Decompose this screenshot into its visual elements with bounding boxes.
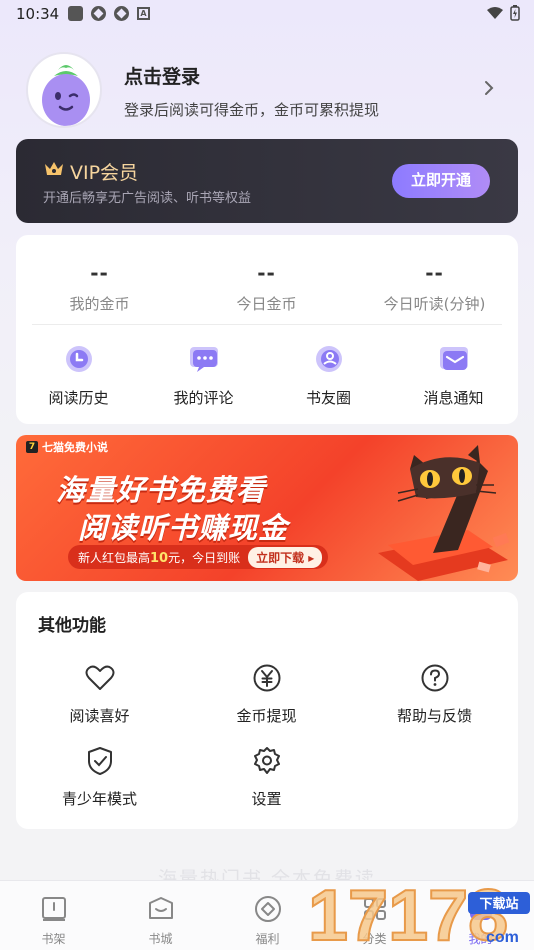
nav-bookshelf[interactable]: 书架 bbox=[0, 895, 107, 947]
quick-my-comments[interactable]: 我的评论 bbox=[141, 345, 266, 408]
vip-title: VIP会员 bbox=[70, 162, 139, 184]
brand-logo-icon: 7 bbox=[26, 441, 38, 453]
welfare-icon bbox=[254, 896, 281, 922]
circle-icon bbox=[315, 346, 342, 372]
cat-mascot-icon bbox=[378, 445, 510, 581]
stat-value: -- bbox=[425, 261, 444, 285]
func-label: 帮助与反馈 bbox=[396, 707, 472, 725]
func-help-feedback[interactable]: 帮助与反馈 bbox=[351, 663, 518, 726]
status-bar: 10:34 A bbox=[0, 0, 534, 28]
site-watermark: 17178 下载站 com bbox=[308, 875, 530, 950]
quick-label: 书友圈 bbox=[305, 389, 351, 407]
stat-label: 今日金币 bbox=[236, 295, 297, 313]
wifi-icon bbox=[487, 7, 503, 19]
help-icon bbox=[421, 664, 448, 692]
stat-today-listen[interactable]: -- 今日听读(分钟) bbox=[351, 261, 518, 314]
nav-label: 书架 bbox=[41, 932, 66, 946]
status-time: 10:34 bbox=[16, 5, 60, 23]
nav-label: 书城 bbox=[148, 932, 173, 946]
square-notification-icon bbox=[68, 6, 83, 21]
quick-label: 阅读历史 bbox=[48, 389, 109, 407]
app-notification-icon bbox=[91, 6, 106, 21]
func-label: 金币提现 bbox=[236, 707, 297, 725]
quick-label: 消息通知 bbox=[423, 389, 484, 407]
func-label: 阅读喜好 bbox=[69, 707, 130, 725]
banner-download-button[interactable]: 立即下载 ▸ bbox=[248, 546, 323, 568]
app-notification-icon bbox=[114, 6, 129, 21]
banner-headline: 海量好书免费看 bbox=[56, 473, 267, 507]
stat-label: 我的金币 bbox=[69, 295, 130, 313]
stat-today-coins[interactable]: -- 今日金币 bbox=[183, 261, 350, 314]
history-icon bbox=[65, 346, 92, 372]
func-teen-mode[interactable]: 青少年模式 bbox=[16, 746, 183, 809]
gear-icon bbox=[253, 747, 280, 774]
watermark-domain: com bbox=[486, 929, 519, 946]
eggplant-avatar-icon bbox=[42, 65, 90, 126]
nav-label: 福利 bbox=[255, 932, 280, 946]
bookstore-icon bbox=[148, 897, 173, 919]
other-functions-card: 其他功能 阅读喜好 金币提现 帮助与反馈 青少年模式 设置 bbox=[16, 592, 518, 829]
crown-icon bbox=[45, 162, 63, 175]
stat-value: -- bbox=[257, 261, 276, 285]
stat-label: 今日听读(分钟) bbox=[383, 295, 486, 313]
yen-icon bbox=[253, 664, 280, 692]
quick-label: 我的评论 bbox=[173, 389, 234, 407]
quick-reading-history[interactable]: 阅读历史 bbox=[16, 345, 141, 408]
nav-bookstore[interactable]: 书城 bbox=[107, 895, 214, 947]
banner-subheadline: 阅读听书赚现金 bbox=[78, 511, 289, 545]
func-label: 青少年模式 bbox=[61, 790, 137, 808]
banner-brand: 7 七猫免费小说 bbox=[26, 439, 108, 455]
system-icons bbox=[486, 5, 520, 21]
section-title: 其他功能 bbox=[38, 616, 106, 636]
banner-offer: 新人红包最高10元，今日到账 立即下载 ▸ bbox=[68, 545, 329, 569]
banner-brand-text: 七猫免费小说 bbox=[42, 441, 108, 454]
shield-check-icon bbox=[87, 747, 112, 775]
vip-open-button[interactable]: 立即开通 bbox=[392, 164, 490, 198]
chevron-right-icon[interactable] bbox=[484, 80, 494, 96]
heart-icon bbox=[85, 665, 114, 690]
vip-subtitle: 开通后畅享无广告阅读、听书等权益 bbox=[43, 191, 252, 206]
login-subtitle: 登录后阅读可得金币，金币可累积提现 bbox=[124, 101, 380, 119]
stat-value: -- bbox=[90, 261, 109, 285]
stat-my-coins[interactable]: -- 我的金币 bbox=[16, 261, 183, 314]
func-coin-withdraw[interactable]: 金币提现 bbox=[183, 663, 350, 726]
banner-offer-text: 新人红包最高10元，今日到账 bbox=[78, 550, 241, 566]
func-settings[interactable]: 设置 bbox=[183, 746, 350, 809]
quick-book-circle[interactable]: 书友圈 bbox=[266, 345, 391, 408]
battery-icon bbox=[510, 5, 520, 21]
comment-icon bbox=[189, 347, 218, 372]
divider bbox=[32, 324, 502, 325]
a-notification-icon: A bbox=[137, 7, 150, 20]
profile-header[interactable]: 点击登录 登录后阅读可得金币，金币可累积提现 bbox=[26, 52, 508, 128]
func-label: 设置 bbox=[251, 790, 282, 808]
func-reading-preference[interactable]: 阅读喜好 bbox=[16, 663, 183, 726]
login-title[interactable]: 点击登录 bbox=[124, 62, 200, 89]
message-icon bbox=[439, 347, 468, 370]
vip-card[interactable]: VIP会员 开通后畅享无广告阅读、听书等权益 立即开通 bbox=[16, 139, 518, 223]
watermark-badge: 下载站 bbox=[479, 896, 518, 912]
notification-icons: A bbox=[68, 6, 150, 21]
avatar[interactable] bbox=[26, 52, 102, 128]
stats-card: -- 我的金币 -- 今日金币 -- 今日听读(分钟) 阅读历史 我的评论 书友… bbox=[16, 235, 518, 424]
promo-banner[interactable]: 7 七猫免费小说 海量好书免费看 阅读听书赚现金 新人红包最高10元，今日到账 … bbox=[16, 435, 518, 581]
nav-welfare[interactable]: 福利 bbox=[214, 895, 321, 947]
bookshelf-icon bbox=[41, 897, 66, 921]
quick-messages[interactable]: 消息通知 bbox=[391, 345, 516, 408]
